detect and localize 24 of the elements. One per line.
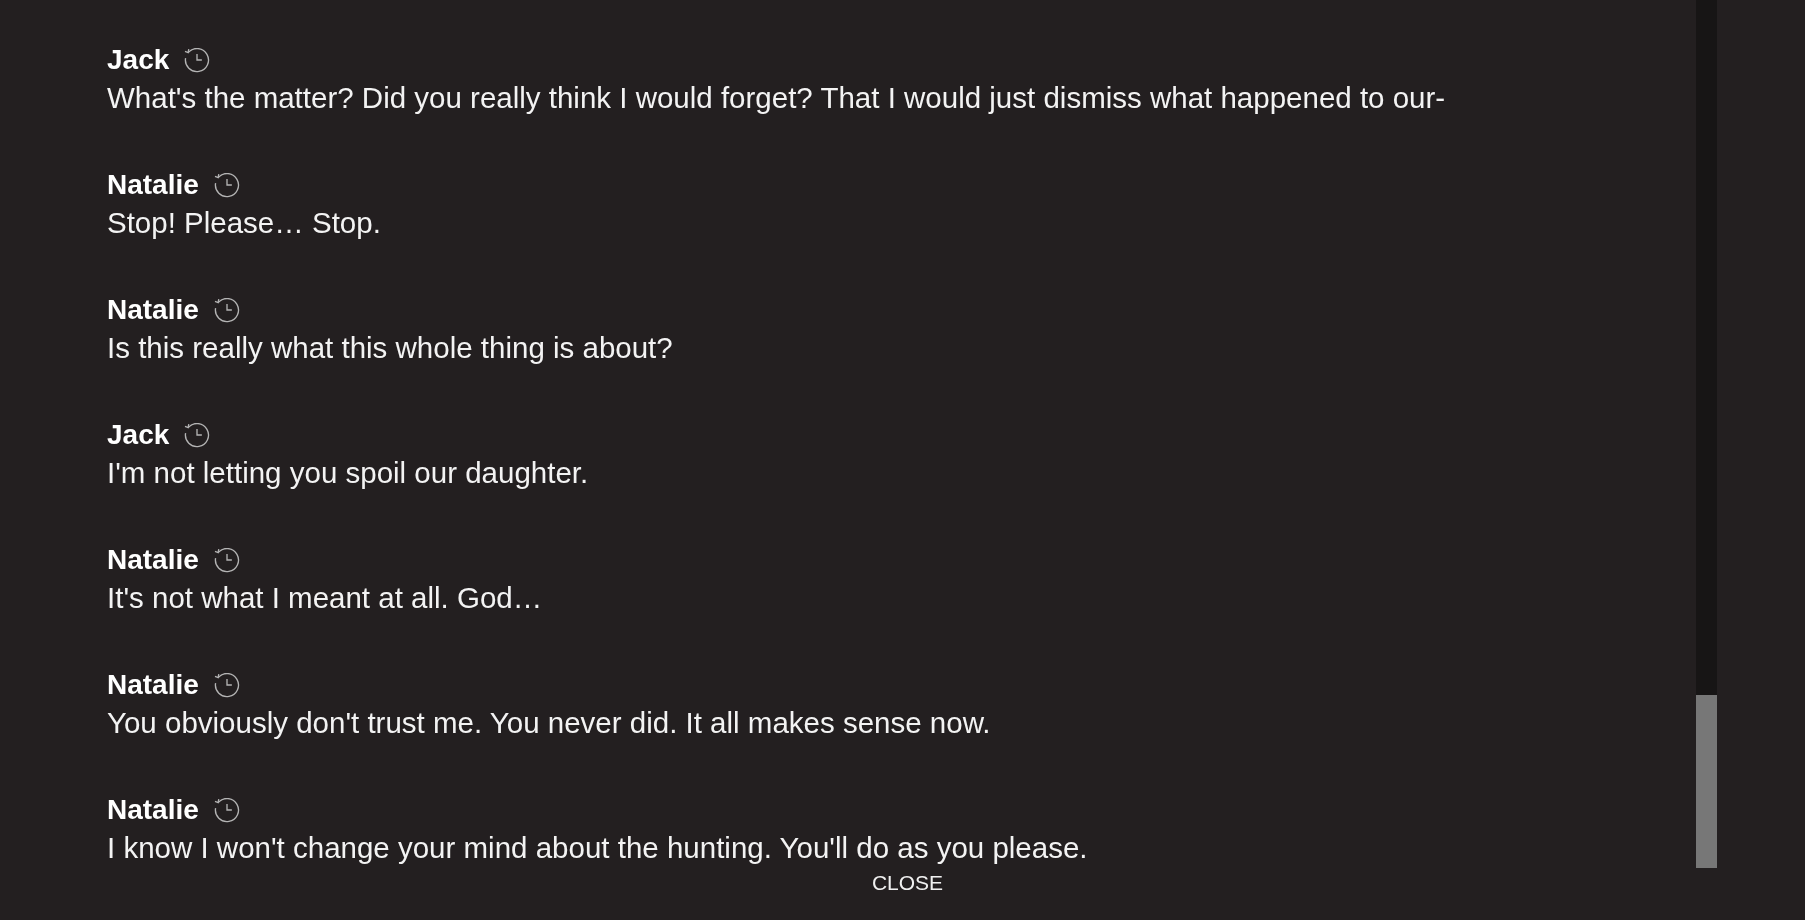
message-text: It's not what I meant at all. God… <box>107 580 543 616</box>
speaker-name: Jack <box>107 418 170 452</box>
speaker-name: Natalie <box>107 293 199 327</box>
speaker-name: Natalie <box>107 168 199 202</box>
close-button[interactable]: CLOSE <box>867 868 948 898</box>
scrollbar-track[interactable] <box>1696 0 1717 868</box>
speaker-name: Natalie <box>107 668 199 702</box>
scrollbar-thumb[interactable] <box>1696 695 1717 868</box>
history-icon[interactable] <box>184 47 211 73</box>
speaker-name: Natalie <box>107 543 199 577</box>
history-icon[interactable] <box>184 422 211 448</box>
history-icon[interactable] <box>213 547 240 573</box>
history-icon[interactable] <box>213 797 240 823</box>
message-text: What's the matter? Did you really think I would forget? That I would just dismiss what happened to our- <box>107 80 1446 116</box>
speaker-name: Natalie <box>107 793 199 827</box>
history-icon[interactable] <box>213 297 240 323</box>
message-text: I know I won't change your mind about the hunting. You'll do as you please. <box>107 830 1088 866</box>
message-text: Stop! Please… Stop. <box>107 205 381 241</box>
message-text: Is this really what this whole thing is about? <box>107 330 673 366</box>
message-text: I'm not letting you spoil our daughter. <box>107 455 589 491</box>
speaker-name: Jack <box>107 43 170 77</box>
history-icon[interactable] <box>213 172 240 198</box>
message-text: You obviously don't trust me. You never did. It all makes sense now. <box>107 705 991 741</box>
history-icon[interactable] <box>213 672 240 698</box>
